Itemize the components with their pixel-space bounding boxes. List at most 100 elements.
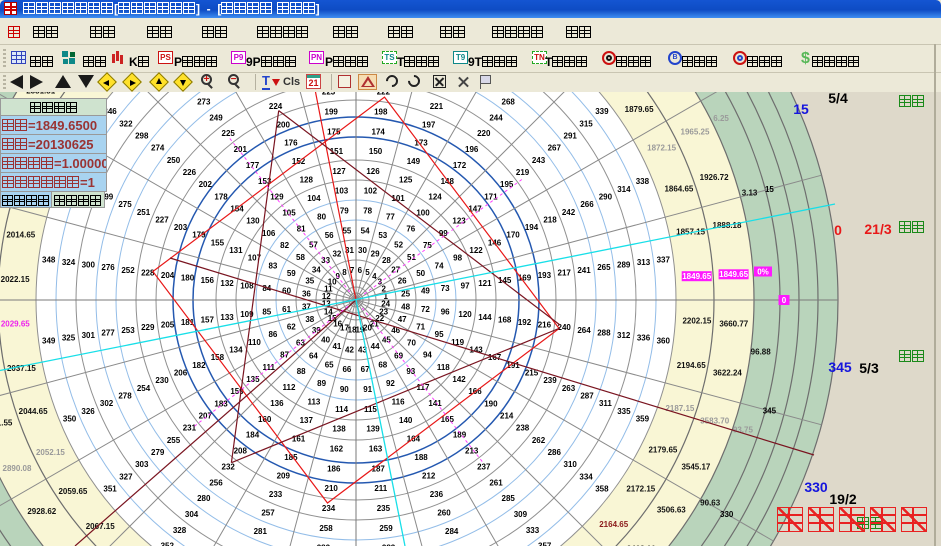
svg-text:287: 287 xyxy=(580,392,594,401)
svg-text:312: 312 xyxy=(617,331,631,340)
svg-text:179: 179 xyxy=(192,231,206,240)
svg-text:147: 147 xyxy=(468,205,482,214)
svg-text:40: 40 xyxy=(321,336,330,345)
svg-text:194: 194 xyxy=(525,223,539,232)
svg-text:102: 102 xyxy=(364,187,378,196)
svg-text:249: 249 xyxy=(209,113,223,122)
svg-text:94: 94 xyxy=(423,351,432,360)
svg-text:281: 281 xyxy=(254,527,268,536)
svg-text:228: 228 xyxy=(141,268,155,277)
svg-text:330: 330 xyxy=(720,510,734,519)
svg-text:226: 226 xyxy=(183,168,197,177)
svg-text:211: 211 xyxy=(374,484,387,493)
svg-text:275: 275 xyxy=(118,200,132,209)
svg-text:235: 235 xyxy=(377,504,391,513)
svg-text:83: 83 xyxy=(268,261,277,270)
svg-text:156: 156 xyxy=(201,276,215,285)
svg-text:5/4: 5/4 xyxy=(828,92,848,106)
svg-text:71: 71 xyxy=(416,323,425,332)
svg-text:212: 212 xyxy=(422,471,436,480)
svg-text:309: 309 xyxy=(514,510,528,519)
svg-text:268: 268 xyxy=(502,98,516,107)
svg-text:29: 29 xyxy=(371,250,380,259)
svg-text:104: 104 xyxy=(307,194,321,203)
svg-text:208: 208 xyxy=(234,447,248,456)
svg-text:144: 144 xyxy=(478,313,492,322)
svg-text:203: 203 xyxy=(174,223,188,232)
svg-text:243: 243 xyxy=(532,156,546,165)
svg-text:180: 180 xyxy=(181,274,195,283)
svg-text:225: 225 xyxy=(222,129,236,138)
svg-text:58: 58 xyxy=(296,253,305,262)
svg-text:222: 222 xyxy=(377,92,391,97)
svg-text:2194.65: 2194.65 xyxy=(677,361,706,370)
svg-text:53: 53 xyxy=(378,231,387,240)
svg-text:241: 241 xyxy=(577,266,591,275)
svg-text:217: 217 xyxy=(558,268,572,277)
svg-text:311: 311 xyxy=(599,399,612,408)
svg-text:204: 204 xyxy=(161,271,175,280)
svg-text:1872.15: 1872.15 xyxy=(647,143,676,152)
svg-text:1864.65: 1864.65 xyxy=(664,185,693,194)
svg-text:184: 184 xyxy=(246,431,260,440)
svg-text:267: 267 xyxy=(548,144,562,153)
svg-text:300: 300 xyxy=(82,261,96,270)
svg-text:176: 176 xyxy=(284,139,298,148)
svg-text:2044.65: 2044.65 xyxy=(19,407,48,416)
svg-text:1965.25: 1965.25 xyxy=(681,128,710,137)
svg-text:171: 171 xyxy=(484,192,498,201)
svg-text:3545.17: 3545.17 xyxy=(681,462,710,471)
svg-text:278: 278 xyxy=(118,392,132,401)
svg-text:335: 335 xyxy=(617,407,631,416)
svg-text:1849.65: 1849.65 xyxy=(682,272,711,281)
svg-text:56: 56 xyxy=(325,231,334,240)
svg-text:127: 127 xyxy=(332,167,346,176)
svg-text:324: 324 xyxy=(62,258,76,267)
svg-text:88: 88 xyxy=(297,367,306,376)
svg-text:206: 206 xyxy=(174,369,188,378)
svg-text:216: 216 xyxy=(538,321,552,330)
svg-text:42: 42 xyxy=(345,345,354,354)
svg-text:333: 333 xyxy=(526,526,540,535)
svg-text:2022.15: 2022.15 xyxy=(1,275,30,284)
svg-text:6: 6 xyxy=(358,266,363,275)
svg-text:2003.79: 2003.79 xyxy=(656,92,685,94)
svg-text:279: 279 xyxy=(151,448,165,457)
svg-text:198: 198 xyxy=(374,107,388,116)
svg-text:120: 120 xyxy=(458,310,472,319)
svg-text:219: 219 xyxy=(516,168,530,177)
svg-text:274: 274 xyxy=(151,144,165,153)
svg-text:357: 357 xyxy=(538,542,552,546)
svg-text:360: 360 xyxy=(657,336,671,345)
svg-text:89: 89 xyxy=(317,379,326,388)
svg-text:255: 255 xyxy=(167,436,181,445)
svg-text:141: 141 xyxy=(428,399,442,408)
svg-text:2581.81: 2581.81 xyxy=(26,92,55,95)
svg-text:110: 110 xyxy=(248,338,261,347)
svg-text:256: 256 xyxy=(209,478,223,487)
svg-text:264: 264 xyxy=(577,326,591,335)
svg-text:285: 285 xyxy=(502,494,516,503)
svg-text:169: 169 xyxy=(518,274,532,283)
svg-text:304: 304 xyxy=(185,510,199,519)
svg-text:193: 193 xyxy=(538,271,552,280)
svg-text:351: 351 xyxy=(103,485,117,494)
svg-text:254: 254 xyxy=(137,384,151,393)
svg-text:140: 140 xyxy=(399,416,413,425)
svg-text:345: 345 xyxy=(763,407,777,416)
svg-text:136: 136 xyxy=(270,399,284,408)
svg-text:328: 328 xyxy=(173,526,187,535)
svg-text:57: 57 xyxy=(309,240,318,249)
svg-text:277: 277 xyxy=(101,328,115,337)
svg-text:97: 97 xyxy=(461,281,470,290)
svg-text:257: 257 xyxy=(261,508,275,517)
svg-text:298: 298 xyxy=(135,131,149,140)
svg-text:286: 286 xyxy=(548,448,562,457)
svg-text:30: 30 xyxy=(358,246,367,255)
svg-text:2202.15: 2202.15 xyxy=(682,317,711,326)
svg-text:0: 0 xyxy=(782,296,787,305)
svg-text:174: 174 xyxy=(372,127,386,136)
svg-text:280: 280 xyxy=(197,494,211,503)
svg-text:98: 98 xyxy=(453,254,462,263)
svg-text:36: 36 xyxy=(302,289,311,298)
